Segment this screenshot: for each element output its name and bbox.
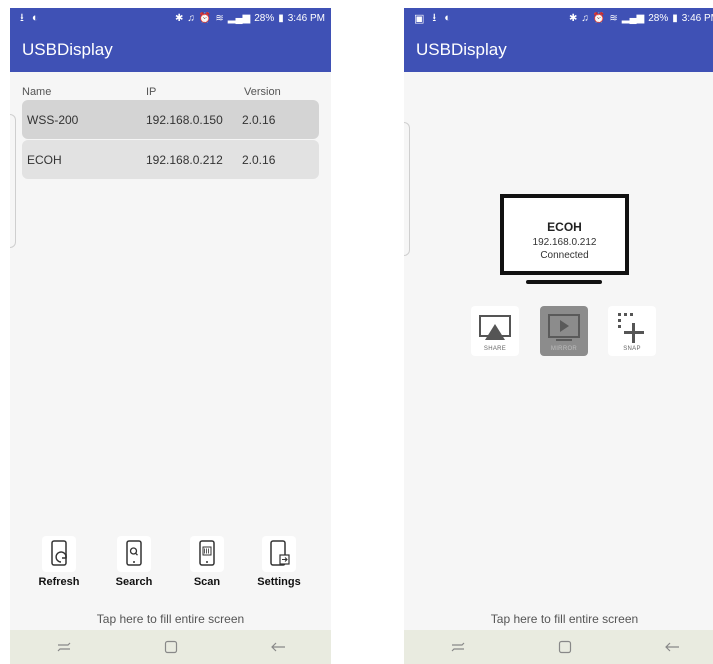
image-icon: ▣ <box>414 12 425 25</box>
fill-screen-hint[interactable]: Tap here to fill entire screen <box>10 612 331 626</box>
device-version: 2.0.16 <box>242 153 276 167</box>
device-ip: 192.168.0.150 <box>146 113 223 127</box>
bottom-toolbar: Refresh Search Scan Settings <box>10 536 331 592</box>
wifi-icon: ≋ <box>215 12 224 24</box>
wifi-icon: ≋ <box>609 12 618 24</box>
snap-label: SNAP <box>623 346 641 352</box>
app-title: USBDisplay <box>416 40 507 59</box>
clock: 3:46 PM <box>287 12 325 24</box>
drawer-edge-handle[interactable] <box>10 114 16 248</box>
connection-status: Connected <box>540 250 589 261</box>
home-icon[interactable] <box>151 637 191 657</box>
signal-icon: ▂▄▆ <box>621 12 645 24</box>
device-table-header: Name IP Version <box>22 86 319 100</box>
device-version: 2.0.16 <box>242 113 276 127</box>
column-header-ip: IP <box>146 86 157 98</box>
scan-label: Scan <box>193 576 221 588</box>
signal-icon: ▂▄▆ <box>227 12 251 24</box>
system-nav-bar <box>10 630 331 664</box>
data-saver-icon: ◐ <box>444 12 451 24</box>
battery-percent: 28% <box>254 12 275 24</box>
mirror-label: MIRROR <box>550 346 578 352</box>
device-row-ecoh[interactable]: ECOH 192.168.0.212 2.0.16 <box>22 140 319 179</box>
data-saver-icon: ◐ <box>31 12 39 24</box>
mirror-button[interactable]: MIRROR <box>540 306 588 356</box>
battery-icon: ▮ <box>278 12 284 24</box>
refresh-icon <box>42 536 76 572</box>
scan-button[interactable]: Scan <box>172 536 242 592</box>
app-bar: USBDisplay <box>10 28 331 72</box>
recents-icon[interactable] <box>438 637 478 657</box>
device-row-wss-200[interactable]: WSS-200 192.168.0.150 2.0.16 <box>22 100 319 139</box>
fill-screen-hint[interactable]: Tap here to fill entire screen <box>404 612 713 626</box>
connected-device-name: ECOH <box>547 220 582 234</box>
connected-device-ip: 192.168.0.212 <box>532 237 597 248</box>
connected-display: ECOH 192.168.0.212 Connected <box>500 194 629 275</box>
usb-icon: ⭳ <box>20 11 24 24</box>
column-header-name: Name <box>22 86 52 98</box>
snap-button[interactable]: SNAP <box>608 306 656 356</box>
monitor-icon: ECOH 192.168.0.212 Connected <box>500 194 629 289</box>
recents-icon[interactable] <box>44 637 84 657</box>
status-bar: ▣ ⭳ ◐ ✱ ♫ ⏰ ≋ ▂▄▆ 28% ▮ 3:46 PM <box>404 8 713 28</box>
drawer-edge-handle[interactable] <box>404 122 410 256</box>
connected-screen: ▣ ⭳ ◐ ✱ ♫ ⏰ ≋ ▂▄▆ 28% ▮ 3:46 PM USBDispl… <box>404 8 713 664</box>
refresh-label: Refresh <box>38 576 80 588</box>
app-title: USBDisplay <box>22 40 113 59</box>
alarm-icon: ⏰ <box>198 12 212 24</box>
bluetooth-icon: ✱ <box>569 12 578 24</box>
device-list-screen: ⭳ ◐ ✱ ♫ ⏰ ≋ ▂▄▆ 28% ▮ 3:46 PM USBDisplay… <box>10 8 331 664</box>
system-nav-bar <box>404 630 713 664</box>
back-icon[interactable] <box>652 637 692 657</box>
clock: 3:46 PM <box>681 12 713 24</box>
device-name: WSS-200 <box>27 113 79 127</box>
mute-icon: ♫ <box>581 12 589 24</box>
monitor-stand <box>526 280 602 284</box>
status-bar: ⭳ ◐ ✱ ♫ ⏰ ≋ ▂▄▆ 28% ▮ 3:46 PM <box>10 8 331 28</box>
device-ip: 192.168.0.212 <box>146 153 223 167</box>
bluetooth-icon: ✱ <box>175 12 184 24</box>
battery-icon: ▮ <box>672 12 678 24</box>
search-icon <box>117 536 151 572</box>
app-bar: USBDisplay <box>404 28 713 72</box>
refresh-button[interactable]: Refresh <box>24 536 94 592</box>
home-icon[interactable] <box>545 637 585 657</box>
settings-button[interactable]: Settings <box>244 536 314 592</box>
usb-icon: ⭳ <box>432 11 437 24</box>
alarm-icon: ⏰ <box>592 12 606 24</box>
search-label: Search <box>115 576 153 588</box>
search-button[interactable]: Search <box>99 536 169 592</box>
back-icon[interactable] <box>258 637 298 657</box>
settings-label: Settings <box>257 576 301 588</box>
scan-icon <box>190 536 224 572</box>
mute-icon: ♫ <box>187 12 195 24</box>
settings-icon <box>262 536 296 572</box>
battery-percent: 28% <box>648 12 669 24</box>
column-header-version: Version <box>244 86 281 98</box>
share-button[interactable]: SHARE <box>471 306 519 356</box>
device-name: ECOH <box>27 153 62 167</box>
share-label: SHARE <box>483 346 507 352</box>
